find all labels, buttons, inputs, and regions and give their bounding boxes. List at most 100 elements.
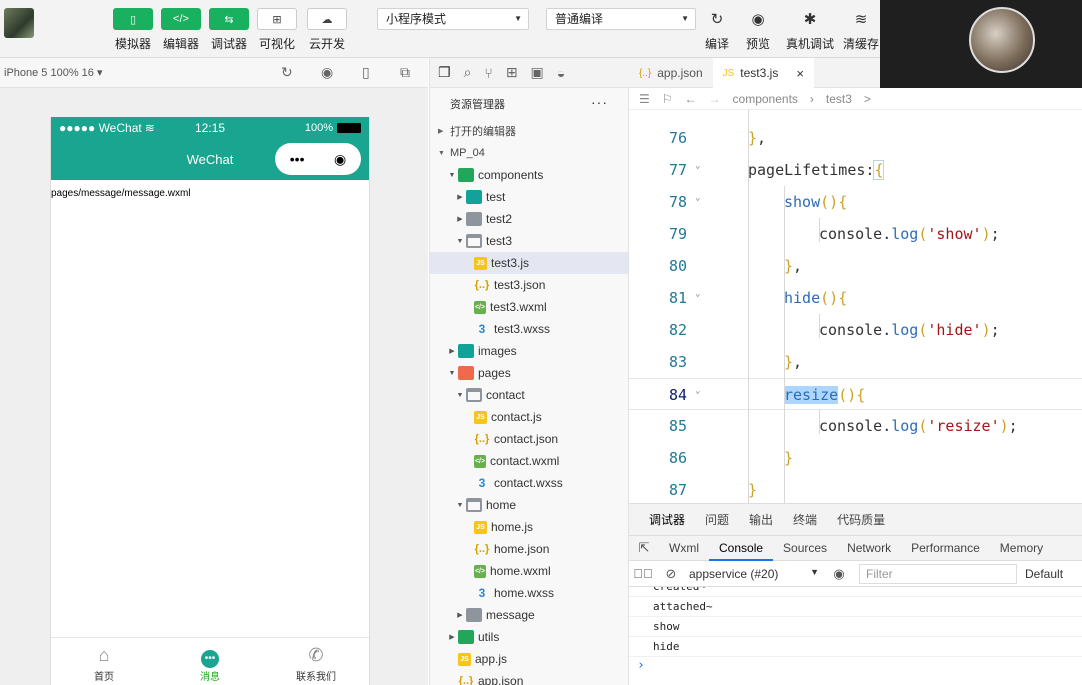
fold-icon[interactable]: ⌄ bbox=[695, 379, 700, 403]
toolbar-action-1[interactable]: ◉ 预览 bbox=[746, 8, 770, 52]
files-icon[interactable]: ❐ bbox=[438, 64, 451, 81]
search-icon[interactable]: ⌕ bbox=[464, 64, 472, 81]
list-icon[interactable]: ☰ bbox=[639, 92, 650, 106]
device-select[interactable]: iPhone 5 100% 16 ▾ bbox=[4, 66, 102, 79]
tree-item[interactable]: </> contact.wxml bbox=[430, 450, 628, 472]
console-prompt[interactable]: › bbox=[629, 657, 1082, 675]
code-token: console bbox=[819, 417, 883, 435]
toolbar-button-3[interactable]: ⊞ 可视化 bbox=[257, 8, 297, 52]
tree-item[interactable]: </> home.wxml bbox=[430, 560, 628, 582]
tree-item[interactable]: 3 test3.wxss bbox=[430, 318, 628, 340]
tree-item[interactable]: {..} app.json bbox=[430, 670, 628, 685]
tree-item[interactable]: ▼ components bbox=[430, 164, 628, 186]
fold-icon[interactable]: ⌄ bbox=[695, 186, 700, 210]
panel-tab[interactable]: Memory bbox=[990, 535, 1053, 561]
fold-icon[interactable]: ⌄ bbox=[695, 154, 700, 178]
breadcrumb-item[interactable]: test3 bbox=[826, 92, 852, 106]
tree-item[interactable]: ▼ home bbox=[430, 494, 628, 516]
stop-icon[interactable]: ◉ bbox=[321, 64, 333, 81]
panel-tab[interactable]: Performance bbox=[901, 535, 990, 561]
tab-label: 首页 bbox=[94, 672, 114, 683]
tab-0[interactable]: ⌂ 首页 bbox=[51, 638, 157, 685]
panel-tab[interactable]: Sources bbox=[773, 535, 837, 561]
editor-tab[interactable]: {..} app.json bbox=[629, 58, 713, 88]
folder-icon bbox=[466, 388, 482, 402]
mode-select[interactable]: 小程序模式 ▼ bbox=[377, 8, 529, 30]
tree-item[interactable]: JS app.js bbox=[430, 648, 628, 670]
tree-item[interactable]: {..} home.json bbox=[430, 538, 628, 560]
panel-tab[interactable]: Wxml bbox=[659, 535, 709, 561]
editor-tab[interactable]: JS test3.js × bbox=[712, 58, 814, 88]
debug-tab[interactable]: 终端 bbox=[793, 511, 817, 528]
toolbar-action-3[interactable]: ≋ 清缓存 bbox=[843, 8, 879, 52]
folder-icon bbox=[466, 190, 482, 204]
tree-item[interactable]: ▶ test bbox=[430, 186, 628, 208]
tree-item[interactable]: ▶ message bbox=[430, 604, 628, 626]
code-token: , bbox=[793, 257, 803, 275]
folder-icon bbox=[466, 608, 482, 622]
panel-tab[interactable]: Console bbox=[709, 535, 774, 561]
source-control-icon[interactable]: ⑂ bbox=[484, 65, 492, 81]
docker-icon[interactable]: ◒ bbox=[557, 65, 565, 81]
close-icon[interactable]: ◉ bbox=[334, 151, 346, 168]
open-editors-section[interactable]: ▶ 打开的编辑器 bbox=[430, 120, 628, 142]
forward-icon[interactable]: → bbox=[709, 92, 721, 106]
tab-1[interactable]: ••• 消息 bbox=[157, 638, 263, 685]
eye-icon[interactable]: ◉ bbox=[825, 566, 853, 582]
project-section[interactable]: ▼ MP_04 bbox=[430, 142, 628, 164]
tree-item[interactable]: </> test3.wxml bbox=[430, 296, 628, 318]
fold-icon[interactable]: ⌄ bbox=[695, 282, 700, 306]
panel-tab[interactable]: Network bbox=[837, 535, 901, 561]
user-avatar[interactable] bbox=[4, 8, 34, 38]
tree-item[interactable]: {..} test3.json bbox=[430, 274, 628, 296]
code-editor[interactable]: 76}, 77 ⌄ pageLifetimes:{78 ⌄ show(){79 consol… bbox=[629, 110, 1082, 503]
context-select[interactable]: appservice (#20) ▼ bbox=[685, 567, 825, 581]
debug-tab[interactable]: 调试器 bbox=[649, 511, 685, 528]
debug-tab[interactable]: 代码质量 bbox=[837, 511, 885, 528]
debug-tab[interactable]: 输出 bbox=[749, 511, 773, 528]
tab-2[interactable]: ✆ 联系我们 bbox=[263, 638, 369, 685]
bookmark-icon[interactable]: ⚐ bbox=[662, 92, 673, 106]
filter-input[interactable]: Filter bbox=[859, 563, 1017, 584]
tree-item[interactable]: ▶ utils bbox=[430, 626, 628, 648]
tree-item[interactable]: {..} contact.json bbox=[430, 428, 628, 450]
tree-item[interactable]: ▼ test3 bbox=[430, 230, 628, 252]
tree-item[interactable]: 3 contact.wxss bbox=[430, 472, 628, 494]
tree-item[interactable]: JS contact.js bbox=[430, 406, 628, 428]
refresh-icon[interactable]: ↻ bbox=[281, 64, 293, 81]
tree-item[interactable]: JS test3.js bbox=[430, 252, 628, 274]
save-icon[interactable]: ▣ bbox=[531, 64, 544, 81]
more-icon[interactable]: ··· bbox=[591, 94, 608, 110]
toolbar-button-1[interactable]: </> 编辑器 bbox=[161, 8, 201, 52]
code-line: 84 ⌄ resize(){ bbox=[629, 378, 1082, 410]
phone-icon[interactable]: ▯ bbox=[362, 64, 370, 81]
more-icon[interactable]: ••• bbox=[290, 151, 305, 167]
sidebar-toggle-icon[interactable]: ▶⃞ bbox=[629, 566, 657, 581]
breadcrumb-item[interactable]: components bbox=[733, 92, 798, 106]
back-icon[interactable]: ← bbox=[685, 92, 697, 106]
tree-item[interactable]: ▼ pages bbox=[430, 362, 628, 384]
indent-guide bbox=[819, 410, 820, 434]
inspect-icon[interactable]: ⇱ bbox=[629, 540, 659, 556]
toolbar-button-0[interactable]: ▯ 模拟器 bbox=[113, 8, 153, 52]
wxss-file-icon: 3 bbox=[478, 586, 486, 600]
tree-item-label: home.json bbox=[494, 542, 550, 556]
tree-item[interactable]: ▼ contact bbox=[430, 384, 628, 406]
wxss-file-icon: 3 bbox=[478, 476, 486, 490]
compile-select[interactable]: 普通编译 ▼ bbox=[546, 8, 696, 30]
action-label: 真机调试 bbox=[786, 37, 835, 51]
tree-item[interactable]: ▶ images bbox=[430, 340, 628, 362]
tree-item[interactable]: 3 home.wxss bbox=[430, 582, 628, 604]
toolbar-button-2[interactable]: ⇆ 调试器 bbox=[209, 8, 249, 52]
popout-icon[interactable]: ⧉ bbox=[400, 64, 410, 81]
tree-item[interactable]: ▶ test2 bbox=[430, 208, 628, 230]
clear-console-icon[interactable]: ⊘ bbox=[657, 566, 685, 582]
toolbar-action-0[interactable]: ↻ 编译 bbox=[705, 8, 729, 52]
extensions-icon[interactable]: ⊞ bbox=[506, 64, 518, 81]
tree-item[interactable]: JS home.js bbox=[430, 516, 628, 538]
toolbar-action-2[interactable]: ✱ 真机调试 bbox=[786, 8, 834, 52]
close-icon[interactable]: × bbox=[796, 66, 804, 81]
debug-tab[interactable]: 问题 bbox=[705, 511, 729, 528]
toolbar-button-4[interactable]: ☁ 云开发 bbox=[307, 8, 347, 52]
log-level-select[interactable]: Default bbox=[1025, 567, 1063, 581]
